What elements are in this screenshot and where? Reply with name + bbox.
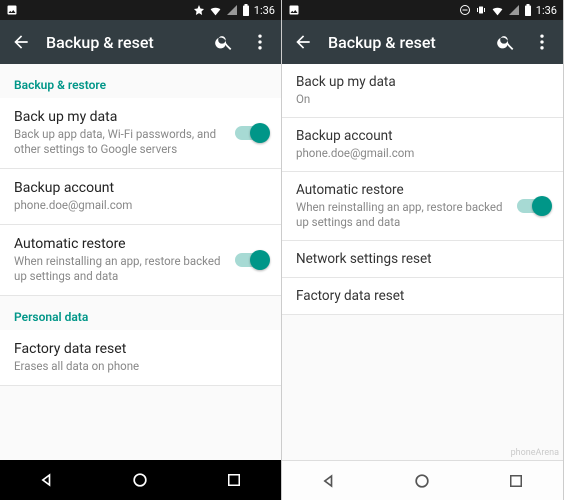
row-subtitle: Erases all data on phone	[14, 359, 267, 374]
row-backup-account[interactable]: Backup account phone.doe@gmail.com	[282, 118, 563, 172]
battery-icon	[524, 4, 532, 16]
row-subtitle: On	[296, 92, 549, 107]
search-button[interactable]	[213, 31, 235, 53]
row-title: Factory data reset	[296, 288, 549, 304]
page-title: Backup & reset	[46, 33, 199, 52]
page-title: Backup & reset	[328, 33, 481, 52]
row-backup-my-data[interactable]: Back up my data Back up app data, Wi-Fi …	[0, 98, 281, 169]
settings-list: Backup & restore Back up my data Back up…	[0, 64, 281, 460]
search-button[interactable]	[495, 31, 517, 53]
back-button[interactable]	[292, 31, 314, 53]
nav-home-button[interactable]	[402, 461, 442, 501]
phone-left: 1:36 Backup & reset Backup & restore Bac…	[0, 0, 282, 500]
row-title: Backup account	[14, 180, 267, 196]
phone-right: 1:36 Backup & reset Back up my data On B…	[282, 0, 564, 500]
status-bar: 1:36	[0, 0, 281, 20]
navigation-bar	[282, 460, 563, 500]
signal-icon	[508, 4, 520, 16]
nav-home-button[interactable]	[120, 460, 160, 500]
nav-recent-button[interactable]	[214, 460, 254, 500]
row-subtitle: phone.doe@gmail.com	[296, 146, 549, 161]
overflow-button[interactable]	[531, 31, 553, 53]
status-bar: 1:36	[282, 0, 563, 20]
row-factory-reset[interactable]: Factory data reset Erases all data on ph…	[0, 330, 281, 386]
app-bar: Backup & reset	[282, 20, 563, 64]
image-icon	[288, 4, 300, 16]
image-icon	[6, 4, 18, 16]
back-button[interactable]	[10, 31, 32, 53]
row-subtitle: When reinstalling an app, restore backed…	[296, 200, 507, 230]
row-subtitle: Back up app data, Wi-Fi passwords, and o…	[14, 127, 225, 157]
app-bar: Backup & reset	[0, 20, 281, 64]
row-backup-account[interactable]: Backup account phone.doe@gmail.com	[0, 169, 281, 225]
toggle-automatic-restore[interactable]	[235, 253, 267, 267]
row-title: Factory data reset	[14, 341, 267, 357]
toggle-backup-data[interactable]	[235, 126, 267, 140]
row-automatic-restore[interactable]: Automatic restore When reinstalling an a…	[282, 172, 563, 241]
overflow-button[interactable]	[249, 31, 271, 53]
row-backup-my-data[interactable]: Back up my data On	[282, 64, 563, 118]
signal-icon	[226, 4, 238, 16]
row-automatic-restore[interactable]: Automatic restore When reinstalling an a…	[0, 225, 281, 296]
clock-text: 1:36	[536, 4, 557, 17]
row-title: Back up my data	[14, 109, 225, 125]
row-title: Automatic restore	[14, 236, 225, 252]
row-title: Network settings reset	[296, 251, 549, 267]
settings-list: Back up my data On Backup account phone.…	[282, 64, 563, 460]
clock-text: 1:36	[254, 4, 275, 17]
navigation-bar	[0, 460, 281, 500]
toggle-automatic-restore[interactable]	[517, 199, 549, 213]
row-title: Back up my data	[296, 74, 549, 90]
row-subtitle: When reinstalling an app, restore backed…	[14, 254, 225, 284]
star-icon	[193, 4, 205, 16]
row-title: Automatic restore	[296, 182, 507, 198]
watermark: phoneArena	[511, 448, 559, 458]
dnd-icon	[459, 4, 471, 16]
wifi-icon	[491, 4, 504, 17]
nav-recent-button[interactable]	[496, 461, 536, 501]
nav-back-button[interactable]	[309, 461, 349, 501]
battery-icon	[242, 4, 250, 16]
wifi-icon	[209, 4, 222, 17]
row-factory-reset[interactable]: Factory data reset	[282, 278, 563, 315]
vibrate-icon	[475, 4, 487, 16]
row-subtitle: phone.doe@gmail.com	[14, 198, 267, 213]
row-title: Backup account	[296, 128, 549, 144]
row-network-reset[interactable]: Network settings reset	[282, 241, 563, 278]
section-header-backup: Backup & restore	[0, 64, 281, 98]
section-header-personal: Personal data	[0, 296, 281, 330]
nav-back-button[interactable]	[27, 460, 67, 500]
